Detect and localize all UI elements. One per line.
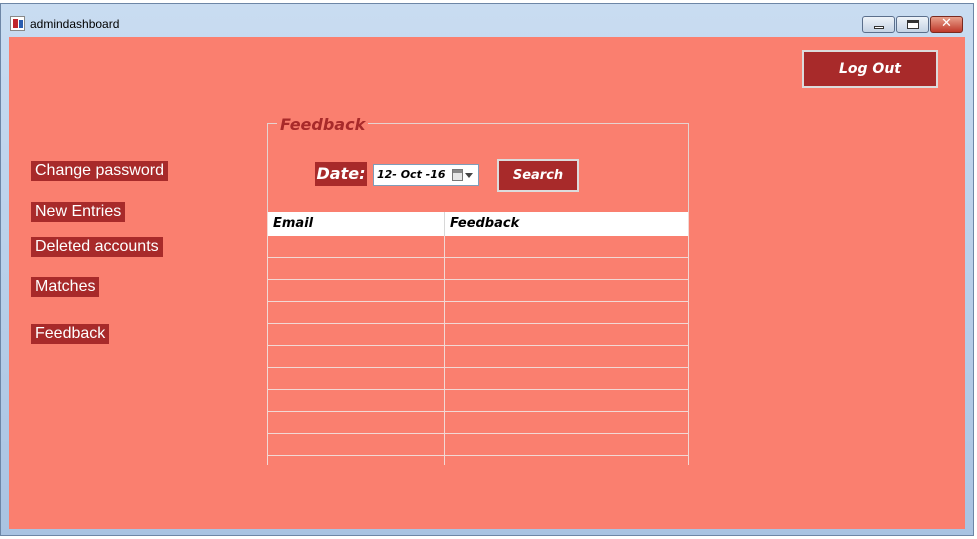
table-row[interactable] (267, 302, 689, 324)
maximize-icon (907, 20, 919, 29)
date-label: Date: (315, 162, 367, 186)
date-picker[interactable]: 12- Oct -16 (373, 164, 479, 186)
calendar-icon[interactable] (452, 169, 463, 181)
table-row[interactable] (267, 280, 689, 302)
table-body (267, 236, 689, 465)
table-row[interactable] (267, 412, 689, 434)
close-icon: ✕ (941, 16, 952, 31)
table-border-right (688, 212, 689, 465)
minimize-button[interactable] (862, 16, 895, 33)
table-row[interactable] (267, 236, 689, 258)
search-button[interactable]: Search (497, 159, 579, 192)
dashboard-content: Log Out Change password New Entries Dele… (9, 37, 965, 529)
app-icon (10, 16, 25, 31)
chevron-down-icon[interactable] (465, 173, 473, 178)
nav-new-entries[interactable]: New Entries (31, 202, 126, 222)
date-value: 12- Oct -16 (377, 168, 446, 181)
table-row[interactable] (267, 258, 689, 280)
table-row[interactable] (267, 390, 689, 412)
nav-feedback[interactable]: Feedback (31, 324, 110, 344)
column-header-feedback[interactable]: Feedback (450, 212, 519, 236)
nav-change-password[interactable]: Change password (31, 161, 168, 181)
table-border-left (267, 212, 268, 465)
feedback-group-title: Feedback (277, 115, 369, 134)
title-bar[interactable]: admindashboard ✕ (1, 4, 973, 36)
app-window: admindashboard ✕ Log Out Change password… (0, 3, 974, 536)
table-row[interactable] (267, 368, 689, 390)
nav-matches[interactable]: Matches (31, 277, 100, 297)
table-header: Email Feedback (267, 212, 689, 236)
table-row[interactable] (267, 346, 689, 368)
nav-deleted-accounts[interactable]: Deleted accounts (31, 237, 163, 257)
maximize-button[interactable] (896, 16, 929, 33)
window-title: admindashboard (30, 17, 120, 31)
table-row[interactable] (267, 434, 689, 456)
column-divider (444, 236, 445, 465)
feedback-table[interactable]: Email Feedback (267, 212, 689, 465)
minimize-icon (874, 26, 884, 29)
column-divider[interactable] (444, 212, 445, 236)
close-button[interactable]: ✕ (930, 16, 963, 33)
logout-button[interactable]: Log Out (802, 50, 938, 88)
column-header-email[interactable]: Email (273, 212, 313, 236)
table-row[interactable] (267, 324, 689, 346)
